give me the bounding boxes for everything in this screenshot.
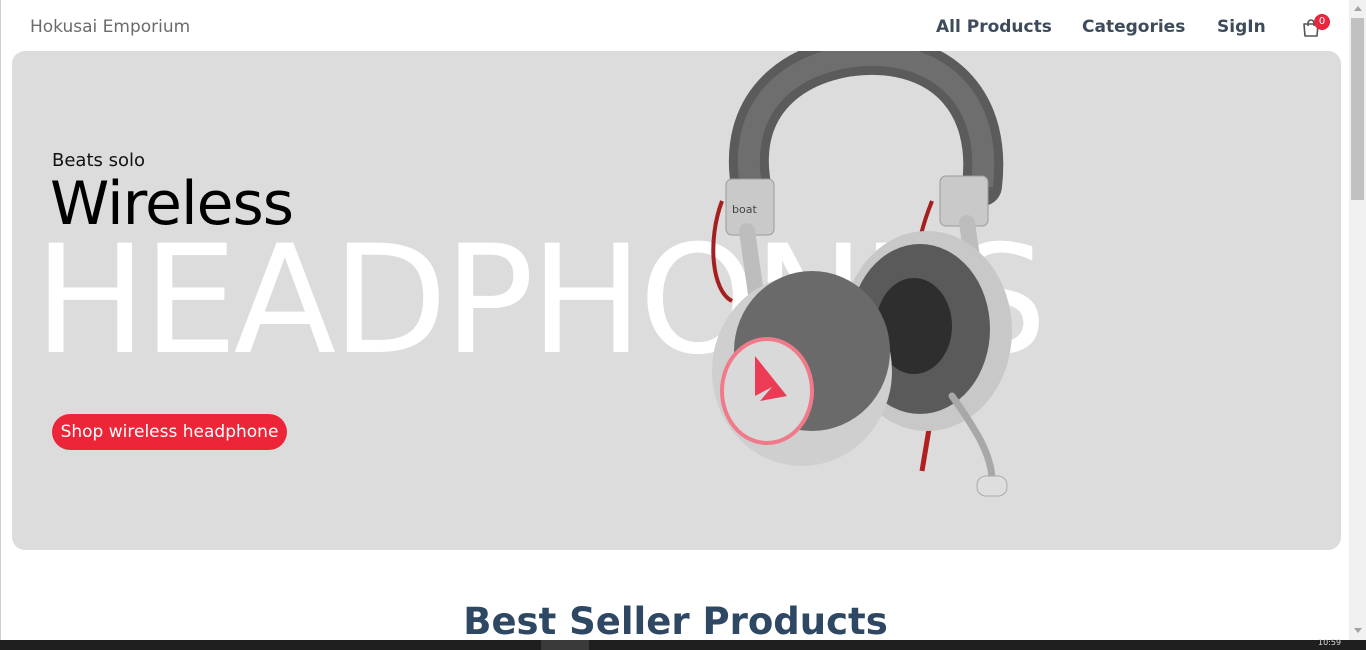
nav-link-categories[interactable]: Categories: [1082, 17, 1185, 37]
cart-count-badge: 0: [1314, 14, 1330, 30]
page: Hokusai Emporium All Products Categories…: [0, 0, 1349, 640]
taskbar-active-app[interactable]: [541, 640, 589, 650]
vertical-scrollbar[interactable]: [1349, 0, 1366, 640]
best-seller-title: Best Seller Products: [463, 600, 888, 640]
hero-title: Wireless: [50, 169, 294, 239]
headphone-image: boat: [711, 51, 1012, 497]
scroll-down-arrow-icon[interactable]: [1354, 628, 1362, 633]
taskbar-clock: 10:59: [1318, 638, 1342, 647]
hero-banner: HEADPHONES Beats solo Wireless boat Shop…: [12, 51, 1341, 550]
navbar: Hokusai Emporium All Products Categories…: [1, 0, 1349, 52]
nav-link-all-products[interactable]: All Products: [936, 17, 1052, 37]
scroll-up-arrow-icon[interactable]: [1354, 6, 1362, 11]
scrollbar-thumb[interactable]: [1351, 18, 1364, 200]
hero-subtitle: Beats solo: [52, 150, 146, 171]
shop-wireless-headphone-button[interactable]: Shop wireless headphone: [52, 414, 287, 450]
svg-text:boat: boat: [732, 203, 757, 216]
taskbar: 10:59: [0, 638, 1366, 650]
brand-logo[interactable]: Hokusai Emporium: [30, 17, 190, 37]
cart-button[interactable]: 0: [1299, 14, 1330, 40]
nav-link-signin[interactable]: SigIn: [1217, 17, 1266, 37]
